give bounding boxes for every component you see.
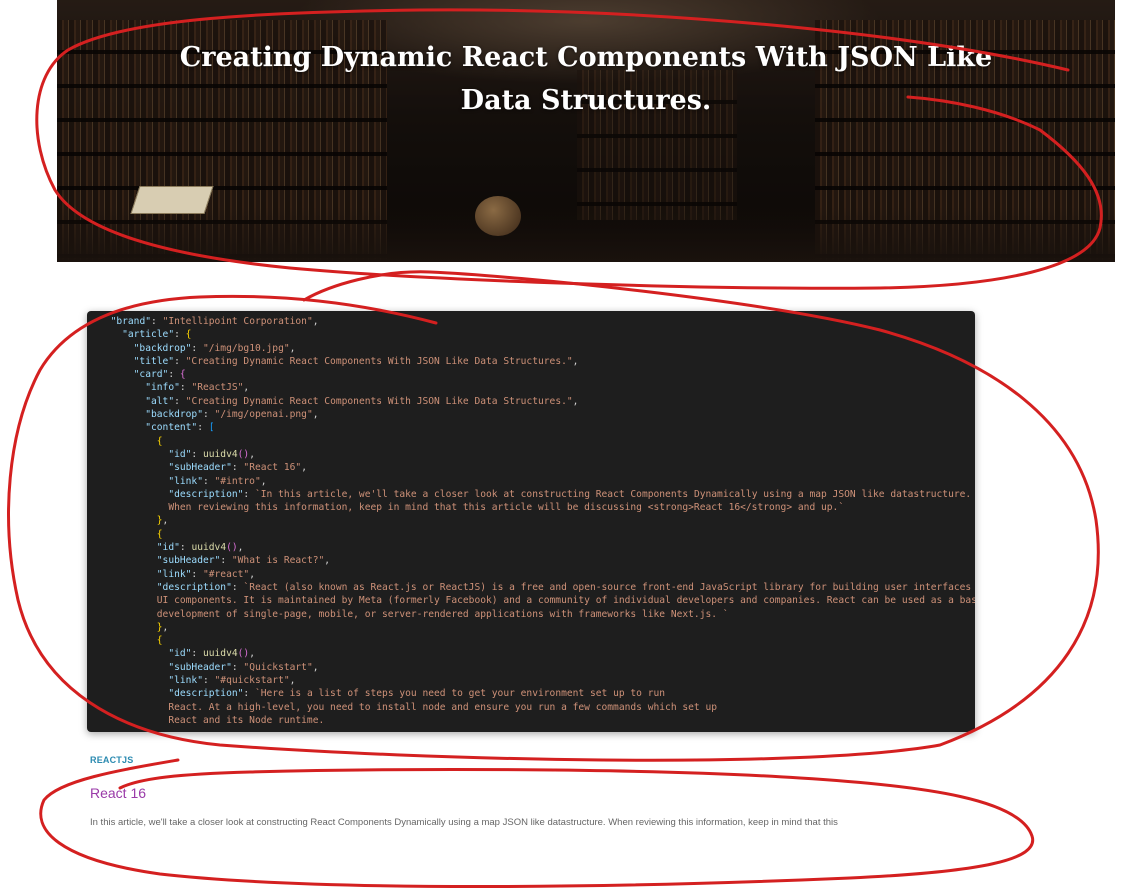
code-line: "alt": "Creating Dynamic React Component…: [145, 395, 579, 407]
hero-floor: [57, 207, 1115, 262]
code-line: React and its Node runtime.: [168, 714, 325, 726]
code-line: {: [156, 635, 163, 647]
code-line: {: [156, 435, 163, 447]
code-line: When reviewing this information, keep in…: [168, 502, 845, 514]
code-line: "title": "Creating Dynamic React Compone…: [133, 355, 579, 367]
code-line: "backdrop": "/img/bg10.jpg",: [133, 342, 296, 354]
card-category-tag[interactable]: REACTJS: [90, 755, 133, 765]
code-line: "content": [: [145, 422, 215, 434]
code-line: "card": {: [133, 369, 186, 381]
code-line: "link": "#react",: [156, 568, 255, 580]
code-line: "article": {: [122, 329, 192, 341]
code-line: "description": `In this article, we'll t…: [168, 488, 972, 500]
code-line: "subHeader": "What is React?",: [156, 555, 331, 567]
code-line: "id": uuidv4(),: [168, 648, 255, 660]
hero-open-book: [130, 186, 214, 214]
code-line: "brand": "Intellipoint Corporation",: [110, 316, 319, 327]
code-line: development of single-page, mobile, or s…: [156, 608, 729, 620]
code-line: },: [156, 515, 169, 527]
code-line: "id": uuidv4(),: [168, 448, 255, 460]
code-line: "id": uuidv4(),: [156, 542, 244, 554]
hero-globe: [475, 196, 521, 236]
card-subheader-link[interactable]: React 16: [90, 785, 146, 801]
page-title: Creating Dynamic React Components With J…: [179, 42, 993, 116]
code-line: "link": "#intro",: [168, 475, 267, 487]
code-block[interactable]: "brand": "Intellipoint Corporation", "ar…: [87, 311, 975, 732]
code-line: "subHeader": "React 16",: [168, 462, 307, 474]
code-line: {: [156, 528, 163, 540]
code-line: UI components. It is maintained by Meta …: [156, 595, 975, 607]
card-description: In this article, we'll take a closer loo…: [90, 817, 838, 828]
code-line: React. At a high-level, you need to inst…: [168, 701, 718, 713]
code-line: "link": "#quickstart",: [168, 675, 296, 687]
code-line: "backdrop": "/img/openai.png",: [145, 409, 319, 421]
hero-banner: Creating Dynamic React Components With J…: [57, 0, 1115, 262]
code-line: "description": `React (also known as Rea…: [156, 581, 975, 593]
code-line: "info": "ReactJS",: [145, 382, 250, 394]
code-line: },: [156, 621, 169, 633]
code-line: "subHeader": "Quickstart",: [168, 661, 319, 673]
code-content: "brand": "Intellipoint Corporation", "ar…: [87, 311, 975, 732]
code-line: "description": `Here is a list of steps …: [168, 688, 666, 700]
